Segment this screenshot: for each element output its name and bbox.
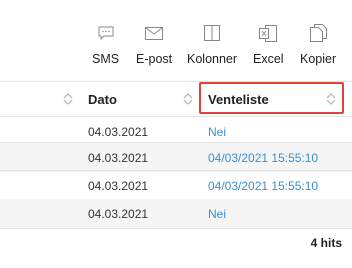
envelope-icon xyxy=(143,22,165,44)
column-header-date[interactable]: Dato xyxy=(88,82,117,116)
table-row[interactable]: 04.03.2021 Nei xyxy=(0,199,352,228)
column-highlight-box xyxy=(199,82,344,114)
sms-label: SMS xyxy=(92,52,120,66)
date-cell: 04.03.2021 xyxy=(88,178,149,193)
email-label: E-post xyxy=(136,52,173,66)
sort-icon[interactable] xyxy=(63,93,73,105)
excel-button[interactable]: Excel xyxy=(253,22,284,72)
sort-icon[interactable] xyxy=(183,93,193,105)
columns-button[interactable]: Kolonner xyxy=(187,22,237,72)
excel-label: Excel xyxy=(253,52,284,66)
email-button[interactable]: E-post xyxy=(136,22,172,72)
waitlist-cell[interactable]: 04/03/2021 15:55:10 xyxy=(208,171,318,200)
sms-button[interactable]: SMS xyxy=(92,22,119,72)
date-cell: 04.03.2021 xyxy=(88,206,149,221)
date-cell: 04.03.2021 xyxy=(88,150,149,165)
copy-label: Kopier xyxy=(300,52,337,66)
excel-icon xyxy=(257,22,279,44)
columns-icon xyxy=(201,22,223,44)
copy-icon xyxy=(307,22,329,44)
table-bottom-divider xyxy=(0,228,352,229)
toolbar: SMS E-post Kolonner Excel Kopier xyxy=(0,0,352,80)
copy-button[interactable]: Kopier xyxy=(300,22,336,72)
sms-icon xyxy=(95,22,117,44)
waitlist-cell[interactable]: Nei xyxy=(208,199,226,228)
columns-label: Kolonner xyxy=(187,52,238,66)
table-row[interactable]: 04.03.2021 04/03/2021 15:55:10 xyxy=(0,143,352,172)
waitlist-cell[interactable]: 04/03/2021 15:55:10 xyxy=(208,143,318,172)
hits-count: 4 hits xyxy=(310,236,342,250)
table-row[interactable]: 04.03.2021 04/03/2021 15:55:10 xyxy=(0,171,352,200)
